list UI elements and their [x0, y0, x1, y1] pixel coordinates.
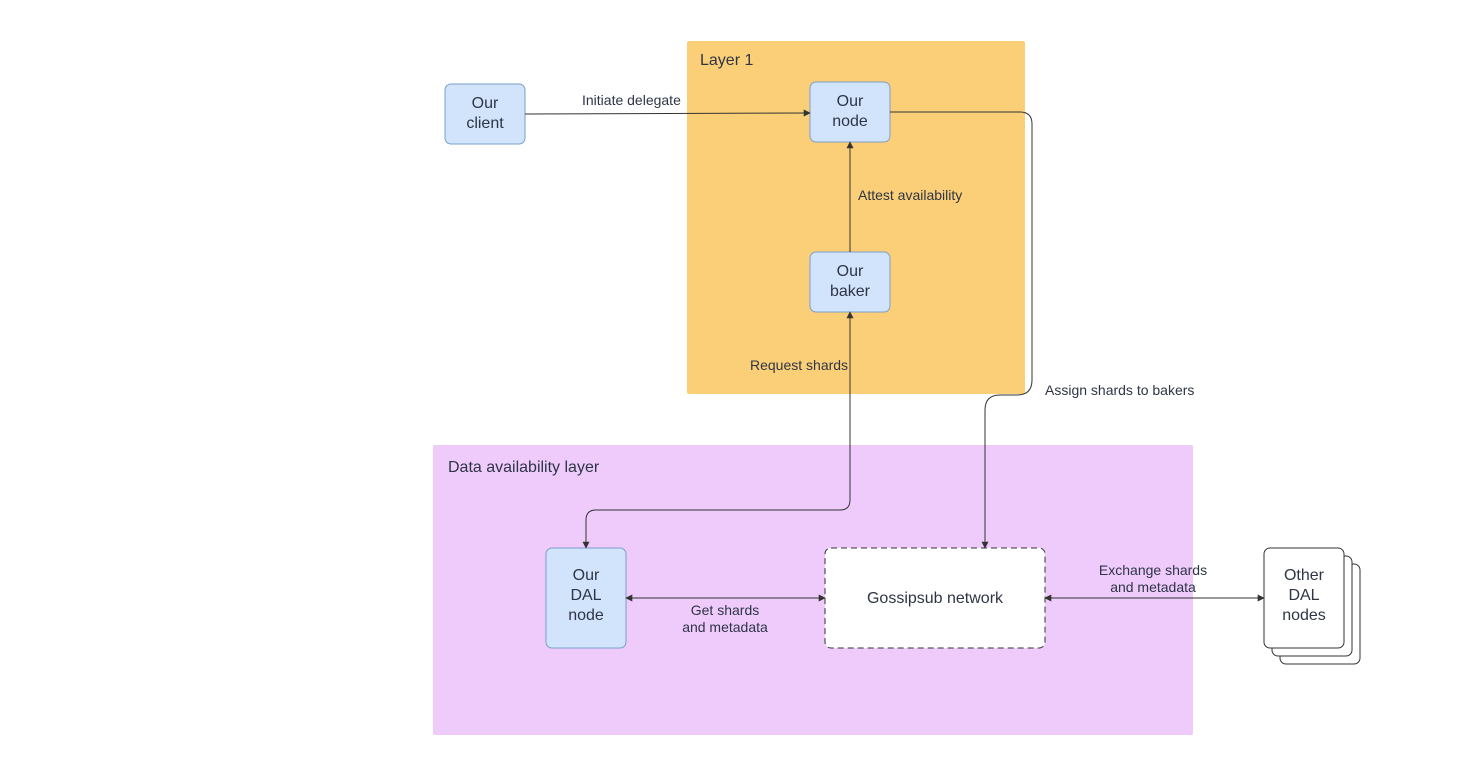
architecture-diagram: Layer 1 Data availability layer Our clie… — [0, 0, 1460, 759]
region-dal-label: Data availability layer — [448, 459, 600, 476]
svg-text:node: node — [568, 607, 604, 624]
svg-text:Our: Our — [837, 93, 864, 110]
svg-text:Our: Our — [573, 567, 600, 584]
svg-text:Other: Other — [1284, 567, 1325, 584]
node-our-client: Our client — [445, 84, 525, 144]
edge-client-to-node-label: Initiate delegate — [582, 92, 681, 108]
edge-dalnode-to-gossip-label-l2: and metadata — [682, 619, 768, 635]
edge-gossip-to-otherdal-label-l2: and metadata — [1110, 579, 1196, 595]
node-our-node: Our node — [810, 82, 890, 142]
svg-text:Our: Our — [472, 95, 499, 112]
edge-gossip-to-otherdal-label-l1: Exchange shards — [1099, 562, 1207, 578]
edge-node-to-gossip-label: Assign shards to bakers — [1045, 382, 1194, 398]
svg-text:DAL: DAL — [570, 587, 601, 604]
svg-text:node: node — [832, 113, 868, 130]
svg-text:Our: Our — [837, 263, 864, 280]
svg-text:client: client — [466, 115, 504, 132]
svg-text:Gossipsub network: Gossipsub network — [867, 590, 1004, 607]
node-other-dal-nodes: Other DAL nodes — [1264, 548, 1360, 664]
edge-baker-to-node-label: Attest availability — [858, 187, 962, 203]
region-layer1-label: Layer 1 — [700, 52, 753, 69]
node-our-dal-node: Our DAL node — [546, 548, 626, 648]
svg-text:DAL: DAL — [1288, 587, 1319, 604]
node-gossipsub-network: Gossipsub network — [825, 548, 1045, 648]
svg-text:baker: baker — [830, 283, 871, 300]
edge-dalnode-to-gossip-label-l1: Get shards — [691, 602, 759, 618]
node-our-baker: Our baker — [810, 252, 890, 312]
edge-dalnode-to-baker-label: Request shards — [750, 357, 848, 373]
svg-text:nodes: nodes — [1282, 607, 1326, 624]
